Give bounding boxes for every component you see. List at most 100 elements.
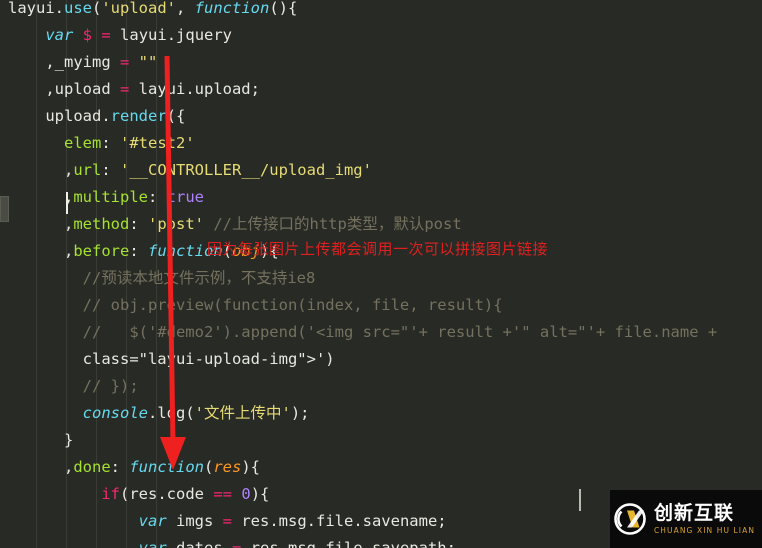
code-line[interactable]: // }); — [0, 373, 762, 400]
code-token: "" — [138, 53, 158, 71]
watermark-text: 创新互联 CHUANG XIN HU LIAN — [653, 501, 756, 535]
code-fold-marker[interactable] — [0, 196, 9, 222]
code-token: } — [8, 431, 74, 449]
code-token: //预读本地文件示例，不支持ie8 — [8, 269, 316, 287]
code-token: = — [119, 80, 130, 98]
code-token: res — [213, 458, 242, 476]
code-token: = — [222, 512, 232, 530]
code-token: : — [101, 134, 120, 152]
code-token: if — [101, 485, 120, 503]
code-line[interactable]: ,url: '__CONTROLLER__/upload_img' — [0, 157, 762, 184]
code-token: 'post' — [148, 215, 204, 233]
code-token: console — [82, 404, 148, 422]
code-line[interactable]: elem: '#test2' — [0, 130, 762, 157]
code-token: . — [147, 404, 158, 422]
code-token: layui.upload; — [129, 80, 260, 98]
code-token: ,_myimg — [8, 53, 120, 71]
code-token: var — [45, 26, 74, 44]
code-token: var — [138, 539, 167, 548]
code-token: 0 — [241, 485, 251, 503]
code-token: (res.code — [120, 485, 214, 503]
code-token: class="layui-upload-img">') — [8, 350, 335, 368]
code-token: '文件上传中' — [194, 404, 291, 422]
code-token: == — [213, 485, 232, 503]
code-token: ,upload — [8, 80, 120, 98]
code-token: function — [194, 0, 270, 17]
code-token: before — [73, 242, 130, 260]
code-line[interactable]: ,multiple: true — [0, 184, 762, 211]
code-token: $ — [82, 26, 93, 44]
code-line[interactable]: class="layui-upload-img">') — [0, 346, 762, 373]
code-line[interactable]: ,method: 'post' //上传接口的http类型，默认post — [0, 211, 762, 238]
code-line[interactable]: layui.use('upload', function(){ — [0, 0, 762, 22]
code-token: imgs — [166, 512, 223, 530]
code-token: , — [8, 458, 74, 476]
code-token: : — [110, 458, 130, 476]
code-line[interactable]: upload.render({ — [0, 103, 762, 130]
code-line[interactable]: var $ = layui.jquery — [0, 22, 762, 49]
code-token: render — [110, 107, 167, 125]
code-token: res.msg.file.savepath; — [241, 539, 456, 548]
code-token: , — [176, 0, 195, 17]
watermark-name-cn: 创新互联 — [653, 501, 734, 524]
code-token: ({ — [166, 107, 186, 125]
code-token: ){ — [241, 458, 260, 476]
code-token: (){ — [269, 0, 298, 17]
code-editor[interactable]: layui.use('upload', function(){ var $ = … — [0, 0, 762, 548]
code-line[interactable]: ,_myimg = "" — [0, 49, 762, 76]
code-token: , — [8, 242, 74, 260]
code-token: // $('#demo2').append('<img src="'+ resu… — [8, 323, 718, 341]
code-line[interactable]: // obj.preview(function(index, file, res… — [0, 292, 762, 319]
code-token: layui.jquery — [110, 26, 233, 44]
code-token: , — [8, 161, 74, 179]
code-token: ( — [92, 0, 102, 17]
code-token: res.msg.file.savename; — [232, 512, 447, 530]
code-token: // }); — [8, 377, 139, 395]
code-token: 'upload' — [101, 0, 176, 17]
watermark-name-en: CHUANG XIN HU LIAN — [653, 525, 756, 535]
code-token: = — [231, 539, 242, 548]
code-token: url — [73, 161, 102, 179]
text-caret — [66, 192, 68, 214]
code-token: elem — [8, 134, 102, 152]
code-token: done — [73, 458, 111, 476]
code-token: method — [73, 215, 130, 233]
code-token: '#test2' — [120, 134, 195, 152]
code-token: ){ — [250, 485, 270, 503]
text-caret-secondary — [579, 489, 581, 511]
code-token: = — [119, 53, 130, 71]
cx-logo-icon — [613, 502, 647, 536]
code-token: '__CONTROLLER__/upload_img' — [120, 161, 372, 179]
code-token: var — [138, 512, 167, 530]
code-token: : — [129, 215, 148, 233]
code-token: ( — [185, 404, 195, 422]
code-token: dates — [166, 539, 232, 548]
annotation-text: 因为每张图片上传都会调用一次可以拼接图片链接 — [207, 240, 549, 258]
code-token: : — [147, 188, 167, 206]
code-line[interactable]: ,upload = layui.upload; — [0, 76, 762, 103]
code-token: log — [157, 404, 186, 422]
code-line[interactable]: ,done: function(res){ — [0, 454, 762, 481]
code-token: = — [101, 26, 111, 44]
code-token: //上传接口的http类型，默认post — [204, 215, 462, 233]
code-token: use — [64, 0, 92, 17]
code-token: // obj.preview(function(index, file, res… — [8, 296, 503, 314]
code-line[interactable]: console.log('文件上传中'); — [0, 400, 762, 427]
code-line[interactable]: // $('#demo2').append('<img src="'+ resu… — [0, 319, 762, 346]
code-token: multiple — [73, 188, 148, 206]
code-token: true — [166, 188, 204, 206]
code-line[interactable]: //预读本地文件示例，不支持ie8 — [0, 265, 762, 292]
code-token: upload. — [8, 107, 111, 125]
code-token: layui. — [8, 0, 64, 17]
code-line[interactable]: } — [0, 427, 762, 454]
code-content[interactable]: layui.use('upload', function(){ var $ = … — [0, 0, 762, 548]
